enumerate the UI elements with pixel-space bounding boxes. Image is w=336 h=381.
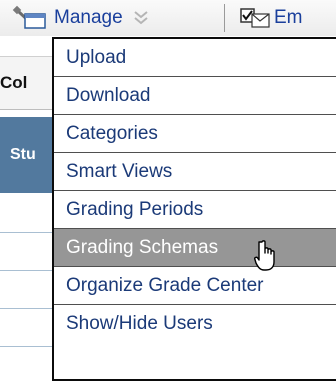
email-menu-button[interactable]: Em xyxy=(240,0,303,36)
hand-pointer-cursor-icon xyxy=(251,240,279,272)
menu-item-grading-schemas[interactable]: Grading Schemas xyxy=(54,229,336,267)
grid-row-line xyxy=(0,346,56,347)
manage-menu-button[interactable]: Manage xyxy=(10,0,149,36)
grid-row-line xyxy=(0,270,56,271)
student-header-text: Stu xyxy=(10,146,36,163)
column-header-text: Col xyxy=(0,73,28,92)
email-label: Em xyxy=(274,7,303,28)
menu-item-upload[interactable]: Upload xyxy=(54,39,336,77)
menu-item-organize-grade-center[interactable]: Organize Grade Center xyxy=(54,267,336,305)
toolbar: Manage Em xyxy=(0,0,336,36)
toolbar-separator xyxy=(224,4,225,32)
column-header-partial: Col xyxy=(0,56,56,110)
menu-item-categories[interactable]: Categories xyxy=(54,115,336,153)
menu-item-smart-views[interactable]: Smart Views xyxy=(54,153,336,191)
double-chevron-down-icon xyxy=(133,9,149,27)
manage-dropdown-menu: Upload Download Categories Smart Views G… xyxy=(52,37,336,381)
email-icon xyxy=(240,7,270,29)
grid-row-line xyxy=(0,308,56,309)
menu-item-download[interactable]: Download xyxy=(54,77,336,115)
menu-item-show-hide-users[interactable]: Show/Hide Users xyxy=(54,305,336,343)
grid-row-line xyxy=(0,232,56,233)
menu-item-grading-periods[interactable]: Grading Periods xyxy=(54,191,336,229)
wrench-icon xyxy=(10,4,48,32)
manage-label: Manage xyxy=(54,7,123,28)
student-header-partial: Stu xyxy=(0,117,56,193)
